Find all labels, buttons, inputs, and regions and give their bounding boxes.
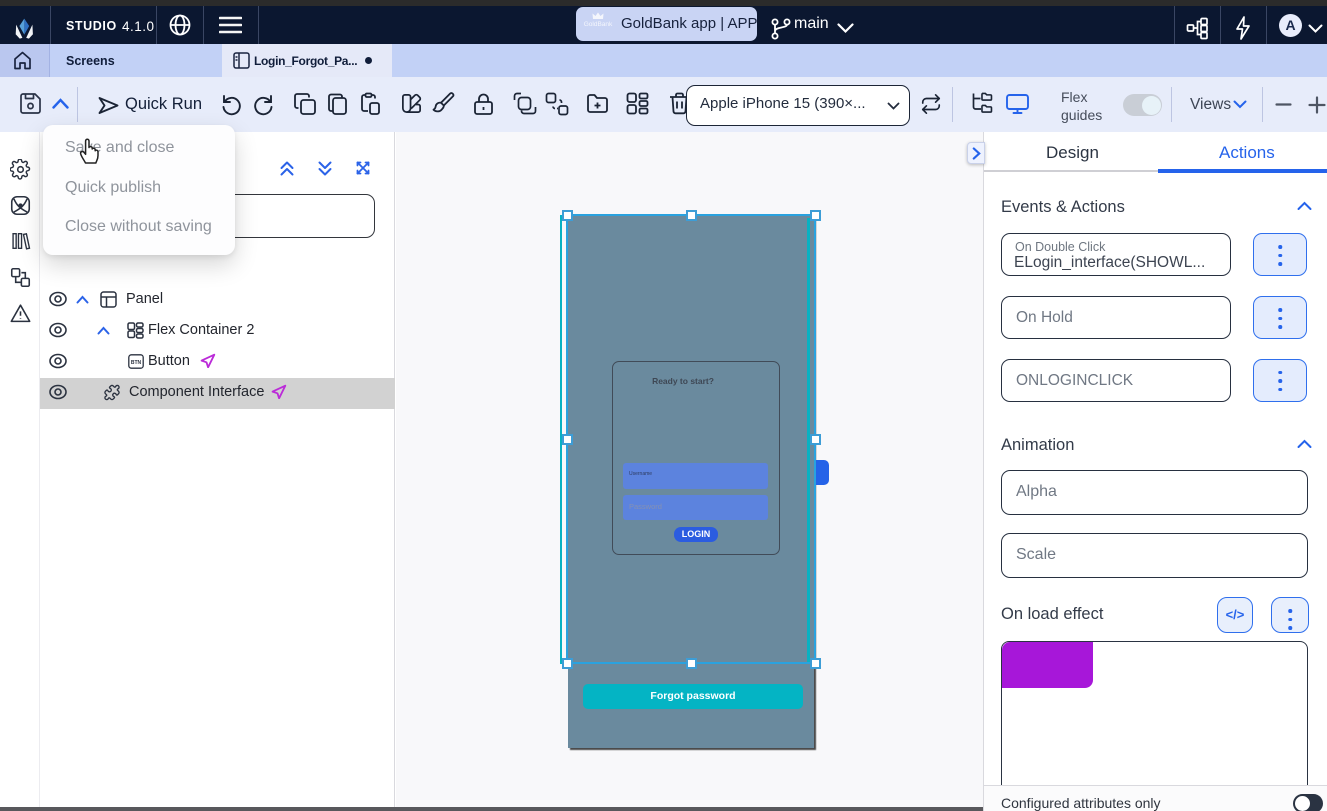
svg-text:BTN: BTN (131, 360, 142, 366)
